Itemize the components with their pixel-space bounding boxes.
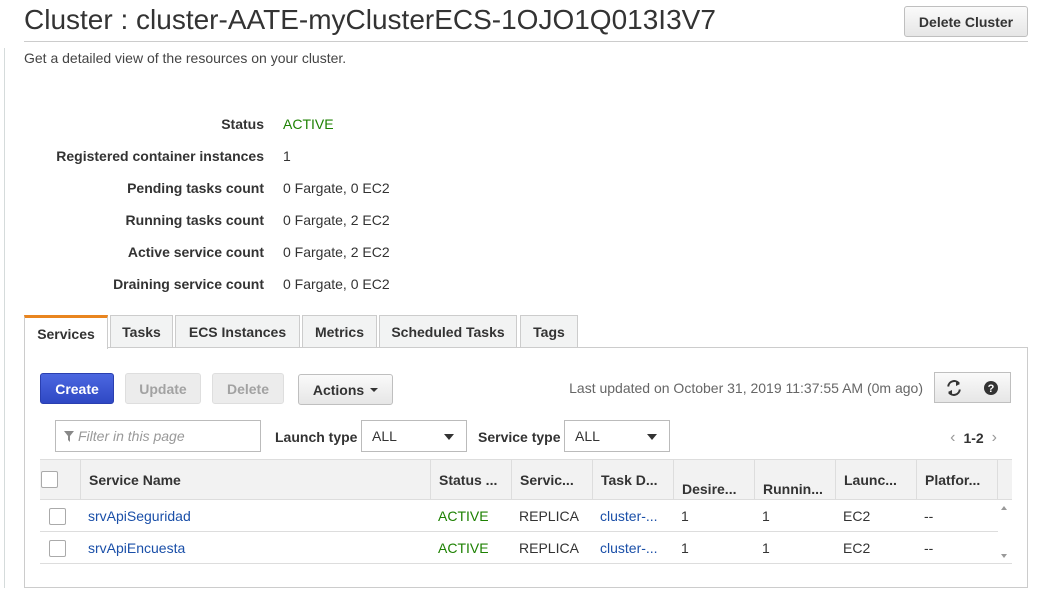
service-type-value: ALL xyxy=(575,428,600,444)
help-button[interactable]: ? xyxy=(972,372,1011,403)
row-checkbox[interactable] xyxy=(49,540,66,557)
platform-version: -- xyxy=(924,540,934,556)
actions-label: Actions xyxy=(312,381,365,398)
caret-down-icon xyxy=(370,387,379,392)
column-service-type[interactable]: Servic... xyxy=(512,460,593,500)
detail-label: Pending tasks count xyxy=(127,180,264,196)
service-type-label: Service type xyxy=(478,429,561,445)
service-status: ACTIVE xyxy=(438,508,489,524)
platform-version: -- xyxy=(924,508,934,524)
page-range: 1-2 xyxy=(963,430,984,446)
tab-metrics[interactable]: Metrics xyxy=(302,315,377,348)
tab-ecs-instances[interactable]: ECS Instances xyxy=(175,315,300,348)
table-row[interactable]: srvApiEncuesta ACTIVE REPLICA cluster-..… xyxy=(40,532,998,564)
services-panel: Create Update Delete Actions Last update… xyxy=(24,347,1028,588)
table-scrollbar[interactable] xyxy=(998,500,1012,564)
help-icon: ? xyxy=(984,380,998,395)
services-table: Service Name Status ... Servic... Task D… xyxy=(40,459,1012,564)
desired-count: 1 xyxy=(681,540,689,556)
page-title: Cluster : cluster-AATE-myClusterECS-1OJO… xyxy=(24,4,716,35)
service-type: REPLICA xyxy=(519,540,579,556)
detail-value: 1 xyxy=(283,148,291,164)
column-task-definition[interactable]: Task D... xyxy=(593,460,674,500)
table-bottom-border xyxy=(40,563,1012,564)
create-button[interactable]: Create xyxy=(40,373,114,404)
column-status[interactable]: Status ... xyxy=(431,460,512,500)
tab-scheduled-tasks[interactable]: Scheduled Tasks xyxy=(379,315,517,348)
chevron-down-icon xyxy=(647,434,657,440)
launch-type: EC2 xyxy=(843,540,871,556)
delete-cluster-button[interactable]: Delete Cluster xyxy=(904,6,1028,37)
chevron-down-icon xyxy=(444,434,454,440)
detail-label: Active service count xyxy=(127,244,264,260)
detail-value: 0 Fargate, 2 EC2 xyxy=(283,244,390,260)
service-name-link[interactable]: srvApiSeguridad xyxy=(88,508,418,524)
detail-row-active-services: Active service count 0 Fargate, 2 EC2 xyxy=(0,244,600,264)
refresh-icon xyxy=(946,379,961,396)
row-checkbox[interactable] xyxy=(49,508,66,525)
detail-value: 0 Fargate, 2 EC2 xyxy=(283,212,390,228)
update-button[interactable]: Update xyxy=(125,373,201,404)
filter-input[interactable]: Filter in this page xyxy=(55,420,261,452)
detail-label: Registered container instances xyxy=(56,148,264,164)
page-description: Get a detailed view of the resources on … xyxy=(24,50,347,66)
detail-label: Status xyxy=(221,116,264,132)
refresh-button[interactable] xyxy=(934,372,973,403)
status-value: ACTIVE xyxy=(283,116,334,132)
task-definition-link[interactable]: cluster-... xyxy=(600,508,664,524)
filter-icon xyxy=(64,430,74,442)
pagination: ‹ 1-2 › xyxy=(950,429,997,447)
detail-label: Running tasks count xyxy=(125,212,264,228)
service-name-link[interactable]: srvApiEncuesta xyxy=(88,540,418,556)
launch-type-value: ALL xyxy=(372,428,397,444)
desired-count: 1 xyxy=(681,508,689,524)
task-definition-link[interactable]: cluster-... xyxy=(600,540,664,556)
column-service-name[interactable]: Service Name xyxy=(81,460,431,500)
last-updated-text: Last updated on October 31, 2019 11:37:5… xyxy=(569,380,923,396)
actions-dropdown[interactable]: Actions xyxy=(298,374,393,405)
service-status: ACTIVE xyxy=(438,540,489,556)
delete-button[interactable]: Delete xyxy=(212,373,284,404)
running-count: 1 xyxy=(762,540,770,556)
tab-tasks[interactable]: Tasks xyxy=(110,315,173,348)
column-platform-version[interactable]: Platfor... xyxy=(917,460,998,500)
detail-value: 0 Fargate, 0 EC2 xyxy=(283,180,390,196)
column-desired-tasks[interactable]: Desire... xyxy=(674,460,755,500)
detail-value: 0 Fargate, 0 EC2 xyxy=(283,276,390,292)
column-running-tasks[interactable]: Runnin... xyxy=(755,460,836,500)
next-page-icon[interactable]: › xyxy=(992,429,997,447)
tab-services[interactable]: Services xyxy=(24,315,108,349)
title-divider xyxy=(24,41,1028,42)
launch-type-label: Launch type xyxy=(275,429,358,445)
column-launch-type[interactable]: Launc... xyxy=(836,460,917,500)
scroll-up-icon[interactable] xyxy=(1001,506,1007,510)
service-type: REPLICA xyxy=(519,508,579,524)
prev-page-icon[interactable]: ‹ xyxy=(950,429,955,447)
detail-row-registered-instances: Registered container instances 1 xyxy=(0,148,600,168)
detail-label: Draining service count xyxy=(113,276,264,292)
svg-text:?: ? xyxy=(988,383,995,395)
scroll-down-icon[interactable] xyxy=(1001,554,1007,558)
filter-placeholder: Filter in this page xyxy=(78,428,185,444)
running-count: 1 xyxy=(762,508,770,524)
table-row[interactable]: srvApiSeguridad ACTIVE REPLICA cluster-.… xyxy=(40,500,998,532)
detail-row-draining-services: Draining service count 0 Fargate, 0 EC2 xyxy=(0,276,600,296)
detail-row-pending-tasks: Pending tasks count 0 Fargate, 0 EC2 xyxy=(0,180,600,200)
service-type-select[interactable]: ALL xyxy=(564,420,670,452)
detail-row-status: Status ACTIVE xyxy=(0,116,600,136)
tab-tags[interactable]: Tags xyxy=(520,315,578,348)
launch-type-select[interactable]: ALL xyxy=(361,420,467,452)
select-all-checkbox[interactable] xyxy=(41,471,58,488)
launch-type: EC2 xyxy=(843,508,871,524)
select-all-cell xyxy=(40,460,81,500)
table-header: Service Name Status ... Servic... Task D… xyxy=(40,459,1012,500)
detail-row-running-tasks: Running tasks count 0 Fargate, 2 EC2 xyxy=(0,212,600,232)
